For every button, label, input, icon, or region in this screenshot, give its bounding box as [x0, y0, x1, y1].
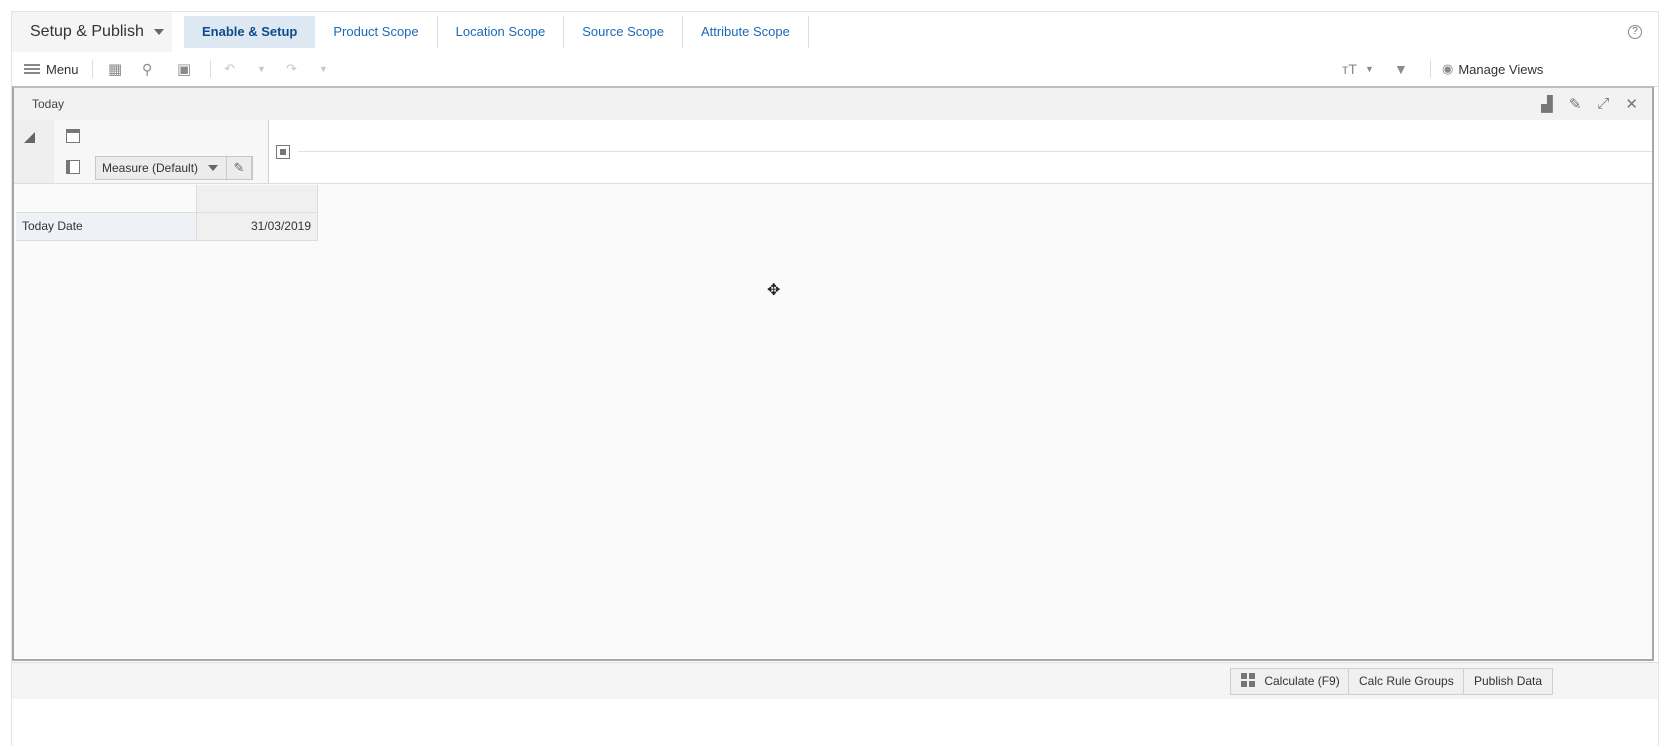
tab-attribute-scope[interactable]: Attribute Scope	[683, 16, 809, 48]
tab-location-scope[interactable]: Location Scope	[438, 16, 565, 48]
filter-icon[interactable]: ▼	[1394, 52, 1408, 86]
grid-column-header	[197, 185, 318, 213]
calculate-button[interactable]: Calculate (F9)	[1230, 668, 1351, 695]
text-size-dropdown-icon[interactable]: ▼	[1365, 52, 1374, 86]
row-header: Today Date	[16, 213, 197, 241]
edit-measure-button[interactable]: ✎	[226, 156, 252, 180]
menu-icon	[24, 62, 40, 76]
edit-icon[interactable]: ✎	[1569, 95, 1582, 113]
manage-views-button[interactable]: ◉ Manage Views	[1442, 52, 1543, 86]
pivot-layout-area: Measure (Default) ✎	[14, 120, 1652, 184]
text-size-icon[interactable]: тТ	[1342, 52, 1357, 86]
tab-product-scope[interactable]: Product Scope	[315, 16, 438, 48]
chart-icon[interactable]: ▟	[1541, 95, 1553, 113]
view-header: Today ▟ ✎ ⤢ ✕	[14, 88, 1652, 121]
row-tile-area: Measure (Default) ✎	[54, 120, 269, 183]
measure-label: Measure (Default)	[102, 161, 199, 175]
pivot-icon[interactable]	[276, 145, 290, 159]
column-tile-area	[268, 120, 1652, 183]
export-icon[interactable]: ▣	[177, 52, 191, 86]
tab-bar: Setup & Publish Enable & Setup Product S…	[12, 12, 1658, 53]
manage-views-label: Manage Views	[1458, 61, 1544, 77]
help-icon[interactable]: ?	[1628, 25, 1642, 39]
calculator-icon	[1241, 673, 1256, 688]
grid-cell[interactable]: 31/03/2019	[197, 213, 318, 241]
chevron-down-icon	[153, 29, 164, 35]
close-icon[interactable]: ✕	[1625, 95, 1638, 113]
triangle-icon	[24, 132, 35, 143]
view-title: Today	[32, 97, 65, 111]
tab-list: Enable & Setup Product Scope Location Sc…	[184, 16, 809, 48]
row-tile-icon[interactable]	[66, 160, 80, 174]
maximize-icon[interactable]: ⤢	[1597, 95, 1609, 113]
publish-data-button[interactable]: Publish Data	[1463, 668, 1554, 695]
view-panel: Today ▟ ✎ ⤢ ✕ Measure (Default) ✎ Today …	[12, 86, 1654, 661]
workspace-title: Setup & Publish	[30, 23, 144, 40]
chevron-down-icon	[208, 165, 218, 171]
menu-label: Menu	[46, 61, 79, 77]
search-icon[interactable]: ⚲	[142, 52, 152, 86]
toolbar: Menu ▦ ⚲ ▣ ↶ ▼ ↷ ▼ тТ ▼ ▼ ◉ Manage Views	[12, 52, 1658, 87]
calculate-label: Calculate (F9)	[1264, 674, 1340, 688]
grid-corner	[16, 185, 197, 213]
move-cursor-icon: ✥	[767, 282, 781, 299]
pencil-icon: ✎	[233, 160, 245, 175]
column-tile-icon[interactable]	[66, 129, 80, 143]
footer-bar: Calculate (F9) Calc Rule Groups Publish …	[12, 662, 1658, 699]
tab-source-scope[interactable]: Source Scope	[564, 16, 683, 48]
layout-icon[interactable]: ▦	[108, 52, 122, 86]
calc-rule-groups-button[interactable]: Calc Rule Groups	[1348, 668, 1465, 695]
tab-enable-setup[interactable]: Enable & Setup	[184, 16, 316, 48]
undo-dropdown-icon[interactable]: ▼	[257, 52, 266, 86]
undo-icon[interactable]: ↶	[224, 52, 235, 86]
collapse-toggle[interactable]	[14, 120, 54, 183]
redo-dropdown-icon[interactable]: ▼	[319, 52, 328, 86]
eye-icon: ◉	[1442, 61, 1454, 76]
workspace-menu[interactable]: Setup & Publish	[12, 12, 172, 52]
redo-icon[interactable]: ↷	[286, 52, 297, 86]
menu-button[interactable]: Menu	[24, 52, 79, 86]
